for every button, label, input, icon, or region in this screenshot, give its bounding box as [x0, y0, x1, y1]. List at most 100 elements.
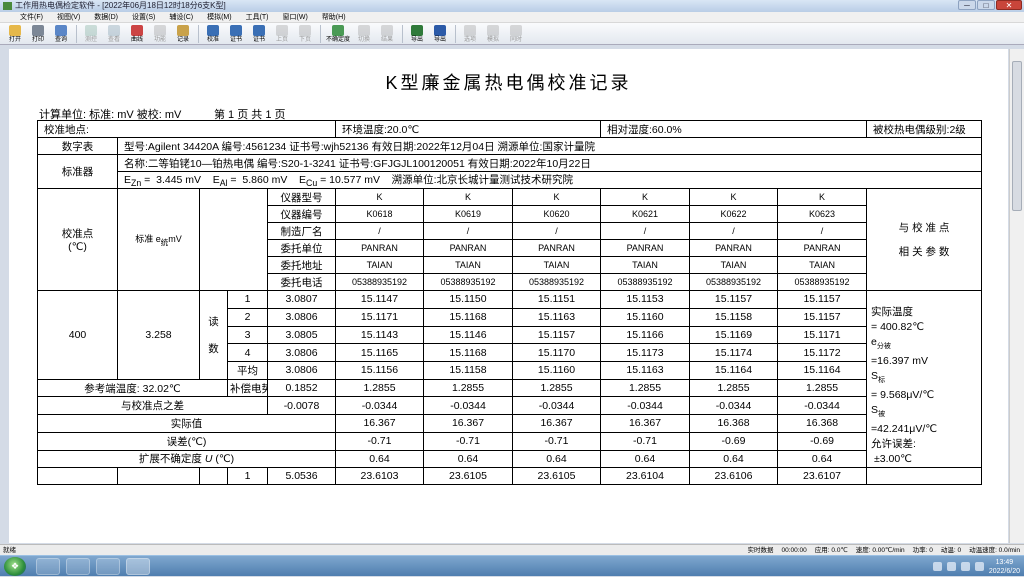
point-header: 校准点 (℃) — [37, 188, 118, 292]
start-button[interactable]: ❖ — [4, 557, 26, 576]
toolbar-button[interactable]: 不确定度 — [324, 23, 352, 45]
menu-item[interactable]: 数据(D) — [94, 12, 118, 22]
toolbar-label: 不确定度 — [325, 37, 350, 43]
maximize-button[interactable]: □ — [977, 0, 995, 10]
reading-value: 15.1168 — [423, 343, 514, 362]
clock[interactable]: 13:49 2022/6/20 — [989, 558, 1020, 576]
menu-item[interactable]: 设置(S) — [132, 12, 155, 22]
reading-value: 15.1157 — [689, 290, 779, 309]
toolbar-button[interactable]: 导出 — [406, 23, 428, 45]
toolbar-separator — [402, 25, 403, 43]
keyboard-icon[interactable] — [932, 562, 942, 571]
comp-std: 0.1852 — [266, 378, 337, 398]
related-params-header: 与 校 准 点相 关 参 数 — [866, 188, 983, 292]
grade-cell: 被校热电偶级别:2级 — [866, 120, 983, 138]
toolbar-button[interactable]: 同时 — [505, 23, 527, 45]
info-label: 仪器编号 — [266, 205, 337, 224]
standard-info: 名称:二等铂铑10—铂热电偶 编号:S20-1-3241 证书号:GFJGJL1… — [116, 154, 983, 172]
env-temp-cell: 环境温度:20.0℃ — [335, 120, 602, 138]
toolbar-button[interactable]: 测控 — [80, 23, 102, 45]
info-value: / — [600, 222, 691, 241]
app-taskbar-icon[interactable] — [126, 558, 150, 575]
table-cell — [117, 467, 200, 486]
related-params-cell — [866, 467, 983, 486]
menu-item[interactable]: 视图(V) — [57, 12, 80, 22]
menu-item[interactable]: 工具(T) — [246, 12, 269, 22]
toolbar-separator — [76, 25, 77, 43]
info-value: K0620 — [512, 205, 602, 224]
info-value: K0618 — [335, 205, 425, 224]
error-value: -0.71 — [512, 431, 602, 451]
scrollbar-thumb[interactable] — [1012, 61, 1022, 211]
table-row: 标准器 名称:二等铂铑10—铂热电偶 编号:S20-1-3241 证书号:GFJG… — [37, 153, 983, 190]
network-icon[interactable] — [960, 562, 970, 571]
menu-item[interactable]: 文件(F) — [20, 12, 43, 22]
function-icon — [154, 25, 166, 36]
toolbar-button[interactable]: 记录 — [172, 23, 194, 45]
toolbar-label: 模拟 — [486, 37, 499, 43]
toolbar-button[interactable]: 证书 — [248, 23, 270, 45]
dmm-info: 型号:Agilent 34420A 编号:4561234 证书号:wjh5213… — [116, 137, 983, 155]
toolbar-button[interactable]: 下页 — [294, 23, 316, 45]
toolbar-button[interactable]: 打开 — [4, 23, 26, 45]
toolbar-label: 下页 — [298, 37, 311, 43]
explorer-taskbar-icon[interactable] — [66, 558, 90, 575]
toolbar-button[interactable]: 结果 — [376, 23, 398, 45]
volume-icon[interactable] — [974, 562, 984, 571]
toolbar-button[interactable]: 校准 — [202, 23, 224, 45]
media-taskbar-icon[interactable] — [96, 558, 120, 575]
table-cell — [199, 467, 228, 486]
reading-value: 15.1146 — [423, 325, 514, 345]
table-row: 误差(℃) -0.71 -0.71 -0.71 -0.71 -0.69 -0.69 — [36, 431, 982, 451]
toolbar-button[interactable]: 证书 — [225, 23, 247, 45]
close-button[interactable]: ✕ — [996, 0, 1022, 10]
reading-value: 15.1163 — [600, 360, 691, 380]
menu-item[interactable]: 窗口(W) — [283, 12, 308, 22]
menu-item[interactable]: 辅设(C) — [169, 12, 193, 22]
menu-item[interactable]: 帮助(H) — [322, 12, 346, 22]
reading-value: 15.1156 — [335, 360, 425, 380]
related-params-cell: 实际温度 = 400.82℃ e分被 =16.397 mV S标 = 9.568μV/℃ S… — [866, 290, 983, 469]
toolbar-button[interactable]: 查询 — [50, 23, 72, 45]
comp-value: 1.2855 — [689, 378, 779, 398]
flag-icon[interactable] — [946, 562, 956, 571]
info-label: 委托电话 — [266, 273, 337, 292]
toolbar-button[interactable]: 打印 — [27, 23, 49, 45]
info-label: 仪器型号 — [266, 188, 337, 207]
window-title: 工作用热电偶检定软件 - [2022年06月18日12时18分6支K型] — [15, 1, 226, 10]
toolbar-button[interactable]: 选项 — [459, 23, 481, 45]
clock-time: 13:49 — [995, 558, 1014, 566]
toolbar-button[interactable]: 功能 — [149, 23, 171, 45]
toolbar-button[interactable]: 导出 — [429, 23, 451, 45]
info-value: K — [600, 188, 691, 207]
diff-value: -0.0344 — [600, 396, 691, 416]
error-value: -0.71 — [335, 431, 425, 451]
reading-value: 23.6106 — [689, 467, 779, 486]
actual-value: 16.367 — [423, 414, 514, 433]
reading-value: 15.1164 — [777, 360, 868, 380]
toolbar-button[interactable]: 上页 — [271, 23, 293, 45]
toolbar-button[interactable]: 模拟 — [482, 23, 504, 45]
location-cell: 校准地点: — [36, 120, 337, 138]
ie-taskbar-icon[interactable] — [36, 558, 60, 575]
menu-item[interactable]: 模拟(M) — [207, 12, 232, 22]
actual-value: 16.368 — [689, 414, 779, 433]
minimize-button[interactable]: ─ — [958, 0, 976, 10]
info-value: / — [335, 222, 425, 241]
toolbar-button[interactable]: 曲线 — [126, 23, 148, 45]
diff-value: -0.0344 — [512, 396, 602, 416]
record-icon — [177, 25, 189, 36]
table-row: 扩展不确定度 U (℃) 0.64 0.64 0.64 0.64 0.64 0.64 — [36, 449, 982, 469]
uncertainty-value: 0.64 — [335, 449, 425, 469]
certificate-icon — [230, 25, 242, 36]
reading-value: 15.1153 — [600, 290, 691, 309]
reading-index: 平均 — [227, 360, 268, 380]
toolbar-button[interactable]: 查看 — [103, 23, 125, 45]
info-value: K0622 — [689, 205, 779, 224]
comp-value: 1.2855 — [512, 378, 602, 398]
toolbar-button[interactable]: 切换 — [353, 23, 375, 45]
vertical-scrollbar[interactable] — [1009, 49, 1024, 543]
info-value: TAIAN — [689, 256, 779, 275]
reading-index: 1 — [227, 290, 268, 309]
info-value: 05388935192 — [777, 273, 868, 292]
